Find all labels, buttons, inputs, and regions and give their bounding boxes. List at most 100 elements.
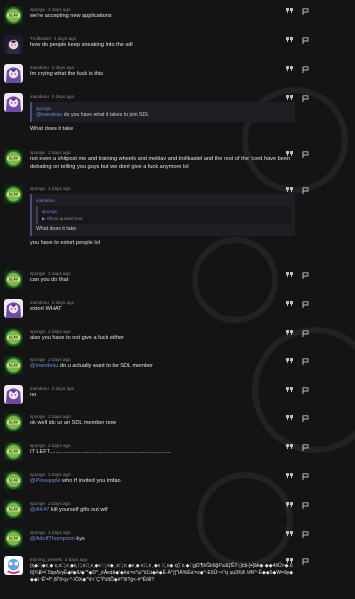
quote-body: What does it take bbox=[36, 226, 77, 232]
quote-icon[interactable] bbox=[285, 94, 293, 102]
flag-icon[interactable] bbox=[301, 557, 309, 565]
avatar[interactable]: SLAV bbox=[4, 442, 23, 461]
avatar[interactable]: SLAV bbox=[4, 356, 23, 375]
flag-icon[interactable] bbox=[301, 36, 309, 44]
mention-link[interactable]: @inandesu bbox=[36, 112, 62, 118]
avatar[interactable]: SLAV bbox=[4, 149, 23, 168]
avatar[interactable]: SLAV bbox=[4, 328, 23, 347]
post-actions bbox=[285, 36, 309, 44]
avatar[interactable] bbox=[4, 35, 23, 54]
comment-post: SLAV sponge 2 days ago ok well idc ur an SD… bbox=[0, 410, 355, 436]
avatar[interactable] bbox=[4, 385, 23, 404]
quote-icon[interactable] bbox=[285, 386, 293, 394]
quote-icon[interactable] bbox=[285, 65, 293, 73]
author-name[interactable]: inandesu bbox=[30, 300, 49, 305]
author-name[interactable]: sponge bbox=[30, 150, 45, 155]
quote-icon[interactable] bbox=[285, 557, 293, 565]
quote-author[interactable]: sponge bbox=[36, 105, 291, 112]
author-name[interactable]: sponge bbox=[30, 443, 45, 448]
avatar[interactable] bbox=[4, 64, 23, 83]
quote-icon[interactable] bbox=[285, 357, 293, 365]
avatar[interactable]: SLAV bbox=[4, 529, 23, 548]
nested-quote-author[interactable]: sponge bbox=[42, 208, 287, 215]
quote-icon[interactable] bbox=[285, 414, 293, 422]
quote-author[interactable]: inandesu bbox=[36, 197, 291, 204]
author-name[interactable]: inandesu bbox=[30, 65, 49, 70]
avatar[interactable] bbox=[4, 299, 23, 318]
avatar[interactable]: SLAV bbox=[4, 185, 23, 204]
post-actions bbox=[285, 443, 309, 451]
author-name[interactable]: sponge bbox=[30, 501, 45, 506]
quote-icon[interactable] bbox=[285, 530, 293, 538]
post-body: What does it take bbox=[30, 126, 74, 132]
flag-icon[interactable] bbox=[301, 150, 309, 158]
flag-icon[interactable] bbox=[301, 271, 309, 279]
mention-link[interactable]: @AK47 bbox=[30, 507, 49, 513]
quote-icon[interactable] bbox=[285, 271, 293, 279]
post-meta: sponge 2 days ago bbox=[30, 413, 295, 420]
author-name[interactable]: inandesu bbox=[30, 94, 49, 99]
author-name[interactable]: Trollkastel bbox=[30, 36, 51, 41]
avatar[interactable] bbox=[4, 556, 23, 575]
comment-post: training_wheels 2 days ago (ͼ͔◆◆͔◆ͼ͔ ◆ ͼ͔ … bbox=[0, 553, 355, 599]
quote-icon[interactable] bbox=[285, 150, 293, 158]
mention-link[interactable]: @inandesu bbox=[30, 363, 58, 369]
author-name[interactable]: sponge bbox=[30, 414, 45, 419]
quote-icon[interactable] bbox=[285, 443, 293, 451]
post-text: not even a shitpost me and training whee… bbox=[30, 156, 295, 171]
flag-icon[interactable] bbox=[301, 65, 309, 73]
flag-icon[interactable] bbox=[301, 186, 309, 194]
flag-icon[interactable] bbox=[301, 530, 309, 538]
flag-icon[interactable] bbox=[301, 94, 309, 102]
avatar[interactable] bbox=[4, 93, 23, 112]
avatar[interactable]: SLAV bbox=[4, 500, 23, 519]
mention-link[interactable]: @Pineapple bbox=[30, 478, 61, 484]
quote-icon[interactable] bbox=[285, 186, 293, 194]
author-name[interactable]: sponge bbox=[30, 7, 45, 12]
flag-icon[interactable] bbox=[301, 501, 309, 509]
author-name[interactable]: sponge bbox=[30, 472, 45, 477]
post-actions bbox=[285, 501, 309, 509]
quote-icon[interactable] bbox=[285, 472, 293, 480]
flag-icon[interactable] bbox=[301, 443, 309, 451]
post-meta: sponge 2 days ago bbox=[30, 6, 295, 13]
flag-icon[interactable] bbox=[301, 300, 309, 308]
svg-text:SLAV: SLAV bbox=[9, 537, 19, 541]
author-name[interactable]: sponge bbox=[30, 357, 45, 362]
avatar[interactable]: SLAV bbox=[4, 270, 23, 289]
comment-post: SLAV sponge 2 days ago IT LEFT.............… bbox=[0, 439, 355, 465]
post-body: you have to extort people lol bbox=[30, 240, 100, 246]
flag-icon[interactable] bbox=[301, 329, 309, 337]
author-name[interactable]: sponge bbox=[30, 271, 45, 276]
post-text: can you do that bbox=[30, 277, 295, 285]
post-meta: inandesu 2 days ago bbox=[30, 385, 295, 392]
post-body: ok well idc ur an SDL member now bbox=[30, 420, 117, 426]
flag-icon[interactable] bbox=[301, 386, 309, 394]
author-name[interactable]: training_wheels bbox=[30, 557, 62, 562]
comment-post: SLAV sponge 2 days ago inandesu sponge ▶ Show… bbox=[0, 182, 355, 264]
avatar[interactable]: SLAV bbox=[4, 471, 23, 490]
post-date: 2 days ago bbox=[48, 271, 71, 276]
quote-icon[interactable] bbox=[285, 501, 293, 509]
quote-icon[interactable] bbox=[285, 36, 293, 44]
flag-icon[interactable] bbox=[301, 7, 309, 15]
show-quoted-text-toggle[interactable]: ▶ Show quoted text bbox=[42, 215, 287, 222]
avatar[interactable]: SLAV bbox=[4, 413, 23, 432]
mention-link[interactable]: @AdolfThompson bbox=[30, 536, 75, 542]
post-text: What does it take bbox=[30, 126, 295, 134]
flag-icon[interactable] bbox=[301, 472, 309, 480]
quote-body: do you have what it takes to join SDL bbox=[62, 112, 150, 118]
quote-icon[interactable] bbox=[285, 7, 293, 15]
author-name[interactable]: inandesu bbox=[30, 386, 49, 391]
flag-icon[interactable] bbox=[301, 357, 309, 365]
author-name[interactable]: sponge bbox=[30, 186, 45, 191]
quote-icon[interactable] bbox=[285, 329, 293, 337]
author-name[interactable]: sponge bbox=[30, 329, 45, 334]
post-actions bbox=[285, 150, 309, 158]
quote-text: What does it take bbox=[36, 226, 291, 233]
flag-icon[interactable] bbox=[301, 414, 309, 422]
quote-icon[interactable] bbox=[285, 300, 293, 308]
author-name[interactable]: sponge bbox=[30, 530, 45, 535]
post-date: 2 days ago bbox=[53, 36, 77, 41]
avatar[interactable]: SLAV bbox=[4, 6, 23, 25]
